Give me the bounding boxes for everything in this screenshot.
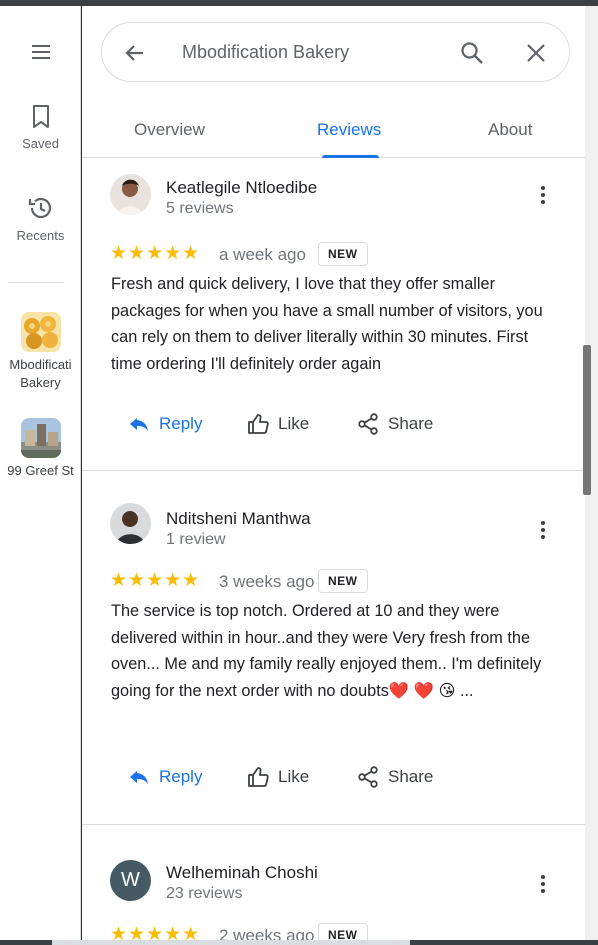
new-badge: NEW xyxy=(318,923,368,940)
reply-icon xyxy=(130,771,148,784)
hamburger-menu-icon xyxy=(31,45,50,59)
review-author-count: 1 review xyxy=(166,531,226,548)
thumb-up-icon xyxy=(248,414,269,434)
tab-overview[interactable]: Overview xyxy=(134,102,205,158)
thumb-up-icon xyxy=(248,767,269,787)
share-label: Share xyxy=(388,414,434,433)
avatar[interactable] xyxy=(110,503,151,544)
more-vert-icon xyxy=(541,875,545,893)
history-icon xyxy=(28,197,51,219)
bookmark-icon xyxy=(32,105,49,128)
search-icon xyxy=(461,42,483,64)
review-text: Fresh and quick delivery, I love that th… xyxy=(111,275,543,373)
review-card: Keatlegile Ntloedibe 5 reviews ★★★★★ a w… xyxy=(82,158,585,471)
street-thumbnail xyxy=(20,418,61,458)
saved-button[interactable]: Saved xyxy=(0,104,81,151)
avatar[interactable]: W xyxy=(110,860,151,901)
saved-label: Saved xyxy=(22,136,59,151)
reply-label: Reply xyxy=(159,767,203,786)
search-button[interactable] xyxy=(459,40,485,71)
like-label: Like xyxy=(278,767,310,786)
close-icon xyxy=(527,44,545,62)
reply-label: Reply xyxy=(159,414,203,433)
recent-place-label: 99 Greef St xyxy=(7,463,74,478)
window-bottom-strip xyxy=(0,940,598,945)
avatar[interactable] xyxy=(110,174,151,215)
review-more-button[interactable] xyxy=(534,519,552,546)
tab-about[interactable]: About xyxy=(488,102,532,158)
share-icon xyxy=(358,766,378,788)
share-label: Share xyxy=(388,767,434,786)
recent-place-mbodification-bakery[interactable]: Mbodificati Bakery xyxy=(0,312,81,392)
clear-search-button[interactable] xyxy=(525,42,547,69)
review-more-button[interactable] xyxy=(534,184,552,211)
tab-reviews[interactable]: Reviews xyxy=(317,102,381,158)
menu-button[interactable] xyxy=(0,40,81,64)
review-author[interactable]: Nditsheni Manthwa xyxy=(166,509,311,529)
review-author[interactable]: Welheminah Choshi xyxy=(166,863,318,883)
rail-divider xyxy=(8,282,64,283)
like-label: Like xyxy=(278,414,310,433)
new-badge: NEW xyxy=(318,242,368,266)
review-author[interactable]: Keatlegile Ntloedibe xyxy=(166,178,317,198)
reply-icon xyxy=(130,418,148,431)
review-card: W Welheminah Choshi 23 reviews ★★★★★ 2 w… xyxy=(82,826,585,940)
review-text: The service is top notch. Ordered at 10 … xyxy=(111,602,542,700)
review-author-count: 23 reviews xyxy=(166,885,243,902)
more-vert-icon xyxy=(541,521,545,539)
recents-label: Recents xyxy=(16,228,65,243)
place-panel: Mbodification Bakery Overview Reviews Ab… xyxy=(82,6,585,940)
search-input[interactable]: Mbodification Bakery xyxy=(182,42,349,63)
recent-place-99-greef-st[interactable]: 99 Greef St xyxy=(0,418,81,480)
review-date: 2 weeks ago xyxy=(219,926,315,940)
arrow-back-icon xyxy=(125,45,143,61)
scrollbar-thumb[interactable] xyxy=(583,345,591,495)
star-rating: ★★★★★ xyxy=(110,924,201,940)
star-rating: ★★★★★ xyxy=(110,570,201,591)
new-badge: NEW xyxy=(318,569,368,593)
review-card: Nditsheni Manthwa 1 review ★★★★★ 3 weeks… xyxy=(82,472,585,825)
review-more-button[interactable] xyxy=(534,873,552,900)
recent-place-label-line2: Bakery xyxy=(20,375,61,390)
bakery-thumbnail xyxy=(20,312,61,352)
review-date: 3 weeks ago xyxy=(219,572,315,591)
star-rating: ★★★★★ xyxy=(110,243,201,264)
recents-button[interactable]: Recents xyxy=(0,194,81,243)
left-rail: Saved Recents Mbodificati Bakery 99 Gree… xyxy=(0,6,81,940)
recent-place-label-line1: Mbodificati xyxy=(9,357,72,372)
tab-bar: Overview Reviews About xyxy=(82,102,585,158)
more-vert-icon xyxy=(541,186,545,204)
bottom-strip-segment xyxy=(52,940,410,945)
review-author-count: 5 reviews xyxy=(166,200,234,217)
back-button[interactable] xyxy=(123,41,147,70)
review-date: a week ago xyxy=(219,245,306,264)
search-box[interactable]: Mbodification Bakery xyxy=(101,22,570,82)
share-icon xyxy=(358,413,378,435)
